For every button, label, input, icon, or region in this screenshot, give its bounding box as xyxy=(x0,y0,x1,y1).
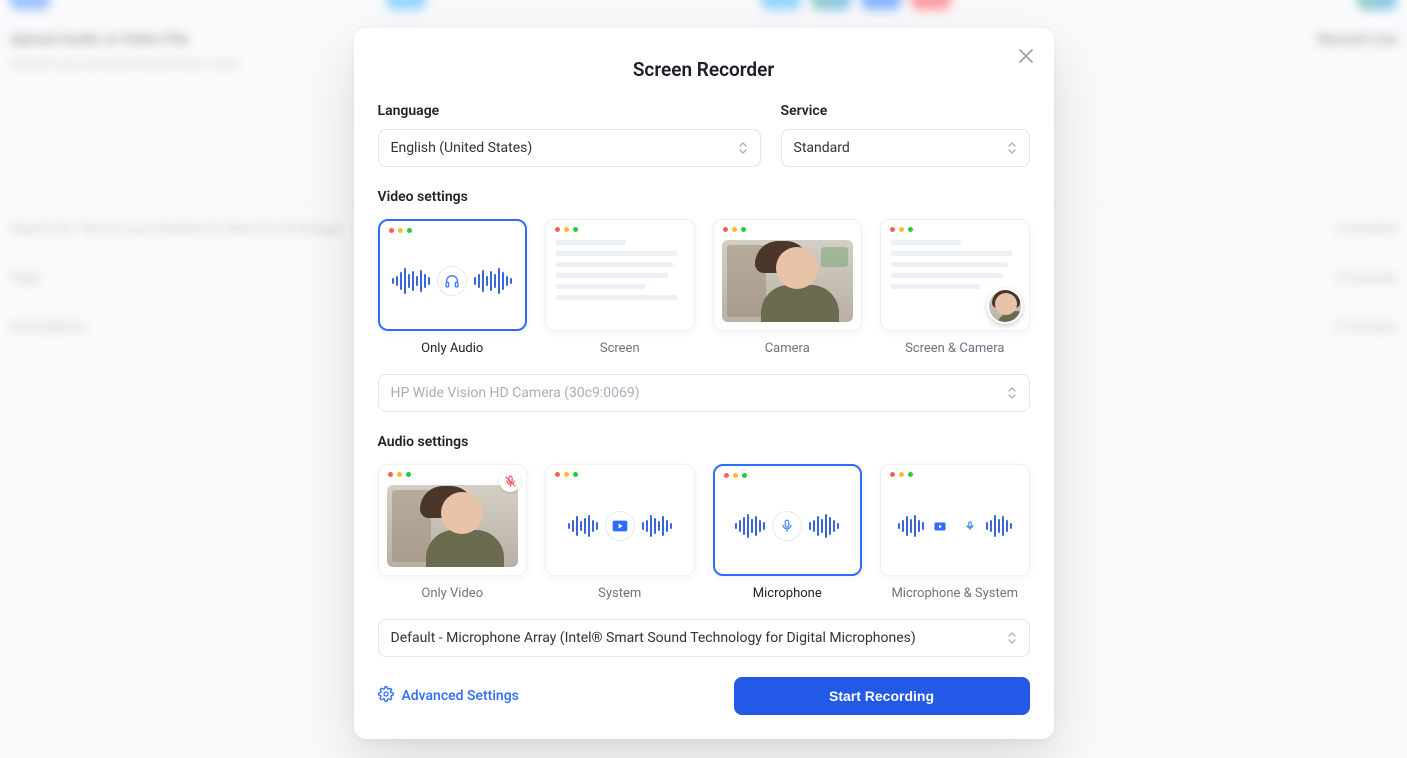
advanced-settings-link[interactable]: Advanced Settings xyxy=(378,686,519,706)
caret-icon xyxy=(738,141,748,155)
camera-device-select[interactable]: HP Wide Vision HD Camera (30c9:0069) xyxy=(378,374,1030,412)
caret-icon xyxy=(1007,141,1017,155)
person-graphic xyxy=(426,492,498,567)
caret-icon xyxy=(1007,386,1017,400)
video-option-screen-camera[interactable] xyxy=(880,219,1030,331)
option-label: Microphone xyxy=(753,586,822,601)
video-option-screen[interactable] xyxy=(545,219,695,331)
microphone-device-select[interactable]: Default - Microphone Array (Intel® Smart… xyxy=(378,619,1030,657)
audio-option-system[interactable] xyxy=(545,464,695,576)
video-option-only-audio[interactable] xyxy=(378,219,528,331)
option-label: Screen xyxy=(600,341,640,356)
audio-settings-label: Audio settings xyxy=(378,434,1030,450)
video-settings-label: Video settings xyxy=(378,189,1030,205)
caret-icon xyxy=(1007,631,1017,645)
start-recording-button[interactable]: Start Recording xyxy=(734,677,1030,715)
option-label: Only Audio xyxy=(421,341,483,356)
gear-icon xyxy=(378,686,394,706)
video-option-camera[interactable] xyxy=(713,219,863,331)
audio-option-mic-system[interactable] xyxy=(880,464,1030,576)
screen-play-icon xyxy=(605,511,635,541)
modal-overlay: Screen Recorder Language English (United… xyxy=(0,0,1407,758)
close-button[interactable] xyxy=(1014,44,1038,68)
pip-avatar xyxy=(987,288,1023,324)
audio-option-microphone[interactable] xyxy=(713,464,863,576)
option-label: System xyxy=(598,586,641,601)
microphone-icon xyxy=(772,511,802,541)
option-label: Camera xyxy=(765,341,810,356)
screen-play-icon xyxy=(929,515,951,537)
person-graphic xyxy=(761,247,833,322)
option-label: Only Video xyxy=(421,586,483,601)
modal-title: Screen Recorder xyxy=(378,58,1030,81)
language-select[interactable]: English (United States) xyxy=(378,129,761,167)
service-label: Service xyxy=(781,103,1030,119)
option-label: Microphone & System xyxy=(891,586,1018,601)
microphone-icon xyxy=(959,515,981,537)
option-label: Screen & Camera xyxy=(905,341,1004,356)
headphones-icon xyxy=(437,266,467,296)
service-select[interactable]: Standard xyxy=(781,129,1030,167)
screen-recorder-modal: Screen Recorder Language English (United… xyxy=(354,28,1054,739)
language-label: Language xyxy=(378,103,761,119)
audio-option-only-video[interactable] xyxy=(378,464,528,576)
mic-muted-icon xyxy=(499,470,521,492)
